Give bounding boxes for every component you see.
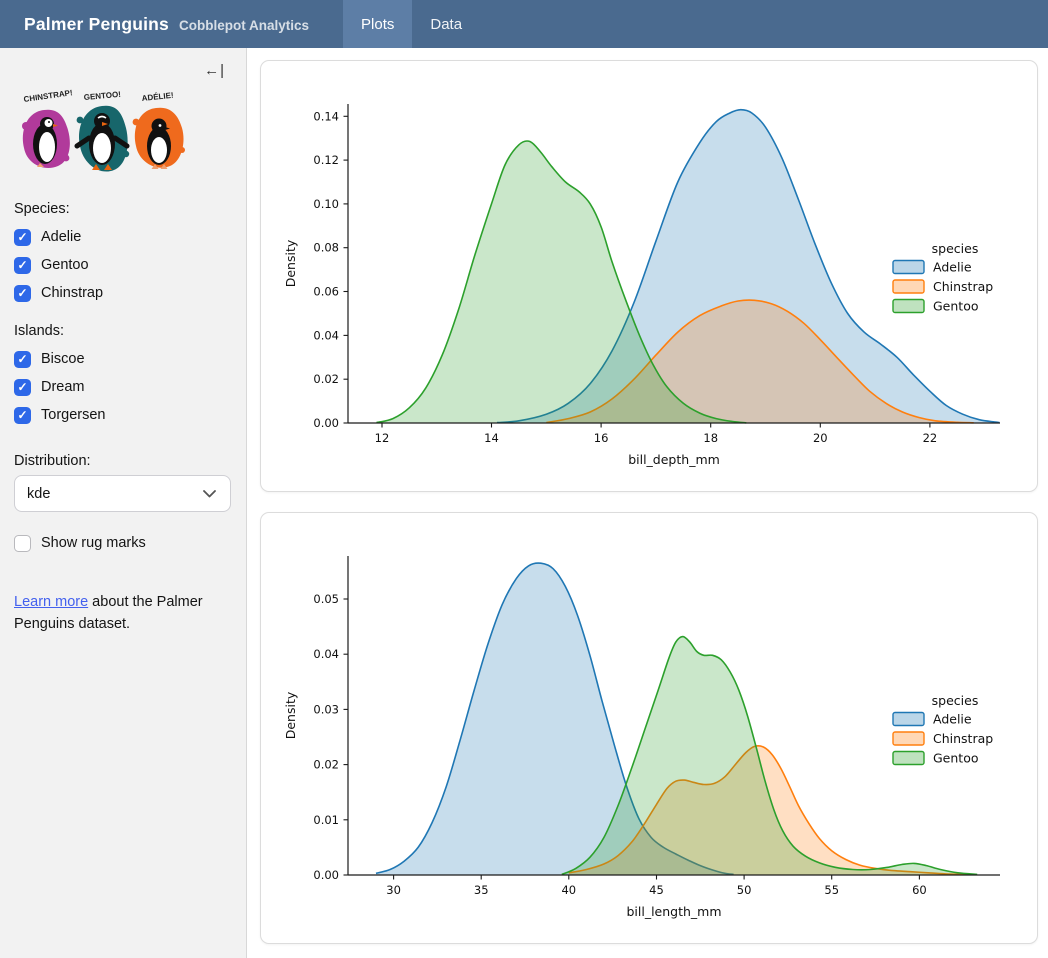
bill-depth-plot-card: 12 14 16 18 20 22 0.00 0.02 0.04 0.06 0.08 0.10 0.12…	[260, 60, 1038, 492]
islands-section-label: Islands:	[14, 323, 230, 339]
svg-text:Chinstrap: Chinstrap	[933, 731, 993, 746]
tab-data[interactable]: Data	[412, 0, 480, 48]
tab-plots[interactable]: Plots	[343, 0, 412, 48]
svg-text:60: 60	[912, 883, 927, 897]
checkbox-row-biscoe: ✓ Biscoe	[14, 345, 230, 373]
svg-text:20: 20	[813, 431, 828, 445]
svg-text:Adelie: Adelie	[933, 712, 972, 727]
svg-text:22: 22	[923, 431, 938, 445]
checkbox-rug-marks[interactable]	[14, 535, 31, 552]
artwork-label-chinstrap: CHINSTRAP!	[23, 88, 73, 104]
checkbox-dream[interactable]: ✓	[14, 379, 31, 396]
svg-text:0.02: 0.02	[313, 758, 339, 772]
checkbox-row-torgersen: ✓ Torgersen	[14, 401, 230, 429]
svg-text:bill_length_mm: bill_length_mm	[626, 904, 721, 919]
svg-text:50: 50	[737, 883, 752, 897]
app-subtitle: Cobblepot Analytics	[179, 18, 309, 33]
svg-text:16: 16	[594, 431, 609, 445]
artwork-label-gentoo: GENTOO!	[83, 90, 121, 102]
sidebar-footer-text: Learn more about the Palmer Penguins dat…	[14, 591, 214, 636]
checkbox-row-dream: ✓ Dream	[14, 373, 230, 401]
svg-text:30: 30	[386, 883, 401, 897]
checkbox-label-chinstrap: Chinstrap	[41, 285, 103, 301]
svg-text:0.04: 0.04	[313, 328, 339, 342]
svg-text:0.00: 0.00	[313, 416, 339, 430]
svg-text:0.08: 0.08	[313, 241, 339, 255]
distribution-select[interactable]: kde	[14, 475, 231, 512]
app-brand: Palmer Penguins Cobblepot Analytics	[0, 14, 309, 35]
app-title: Palmer Penguins	[24, 14, 169, 35]
svg-text:Adelie: Adelie	[933, 260, 972, 275]
checkbox-row-adelie: ✓ Adelie	[14, 223, 230, 251]
checkbox-label-biscoe: Biscoe	[41, 351, 85, 367]
checkbox-biscoe[interactable]: ✓	[14, 351, 31, 368]
svg-text:0.14: 0.14	[313, 109, 339, 123]
bill-length-plot-card: 30 35 40 45 50 55 60 0.00 0.01 0.02 0.03 0.04 0.05 bi…	[260, 512, 1038, 944]
svg-text:0.03: 0.03	[313, 702, 339, 716]
svg-text:35: 35	[474, 883, 489, 897]
artwork-label-adelie: ADÉLIE!	[141, 91, 174, 103]
sidebar-collapse-toggle[interactable]: ←|	[204, 62, 224, 79]
svg-text:0.12: 0.12	[313, 153, 339, 167]
checkbox-row-chinstrap: ✓ Chinstrap	[14, 279, 230, 307]
nav-tabs: Plots Data	[343, 0, 480, 48]
svg-text:45: 45	[649, 883, 664, 897]
svg-text:0.00: 0.00	[313, 868, 339, 882]
main-content: 12 14 16 18 20 22 0.00 0.02 0.04 0.06 0.08 0.10 0.12…	[247, 48, 1048, 958]
checkbox-label-torgersen: Torgersen	[41, 407, 105, 423]
svg-text:0.10: 0.10	[313, 197, 339, 211]
svg-text:0.04: 0.04	[313, 647, 339, 661]
svg-text:Gentoo: Gentoo	[933, 751, 979, 766]
chevron-down-icon	[203, 490, 216, 498]
checkbox-chinstrap[interactable]: ✓	[14, 285, 31, 302]
svg-text:14: 14	[484, 431, 499, 445]
checkbox-label-adelie: Adelie	[41, 229, 81, 245]
svg-text:18: 18	[703, 431, 718, 445]
bill-length-density-chart: 30 35 40 45 50 55 60 0.00 0.01 0.02 0.03 0.04 0.05 bi…	[271, 523, 1027, 933]
collapse-arrow-icon: ←	[204, 62, 219, 79]
checkbox-torgersen[interactable]: ✓	[14, 407, 31, 424]
svg-text:species: species	[932, 241, 979, 256]
checkbox-row-gentoo: ✓ Gentoo	[14, 251, 230, 279]
learn-more-link[interactable]: Learn more	[14, 594, 88, 610]
distribution-section-label: Distribution:	[14, 453, 230, 469]
navbar: Palmer Penguins Cobblepot Analytics Plot…	[0, 0, 1048, 48]
sidebar: ←|	[0, 48, 247, 958]
svg-text:40: 40	[561, 883, 576, 897]
svg-text:Gentoo: Gentoo	[933, 299, 979, 314]
svg-text:0.05: 0.05	[313, 592, 339, 606]
checkbox-label-rug: Show rug marks	[41, 535, 146, 551]
checkbox-row-rug: Show rug marks	[14, 529, 230, 557]
svg-text:55: 55	[824, 883, 839, 897]
svg-text:Chinstrap: Chinstrap	[933, 279, 993, 294]
bill-depth-density-chart: 12 14 16 18 20 22 0.00 0.02 0.04 0.06 0.08 0.10 0.12…	[271, 71, 1027, 481]
checkbox-label-gentoo: Gentoo	[41, 257, 89, 273]
penguins-artwork-image: CHINSTRAP! GENTOO! ADÉLIE!	[14, 88, 230, 185]
svg-text:bill_depth_mm: bill_depth_mm	[628, 452, 720, 467]
checkbox-adelie[interactable]: ✓	[14, 229, 31, 246]
svg-text:Density: Density	[283, 691, 298, 739]
checkbox-label-dream: Dream	[41, 379, 85, 395]
species-section-label: Species:	[14, 201, 230, 217]
distribution-select-value: kde	[27, 486, 50, 502]
svg-text:0.02: 0.02	[313, 372, 339, 386]
svg-text:species: species	[932, 693, 979, 708]
svg-text:0.06: 0.06	[313, 285, 339, 299]
svg-text:Density: Density	[283, 239, 298, 287]
svg-text:12: 12	[375, 431, 390, 445]
checkbox-gentoo[interactable]: ✓	[14, 257, 31, 274]
svg-text:0.01: 0.01	[313, 813, 339, 827]
